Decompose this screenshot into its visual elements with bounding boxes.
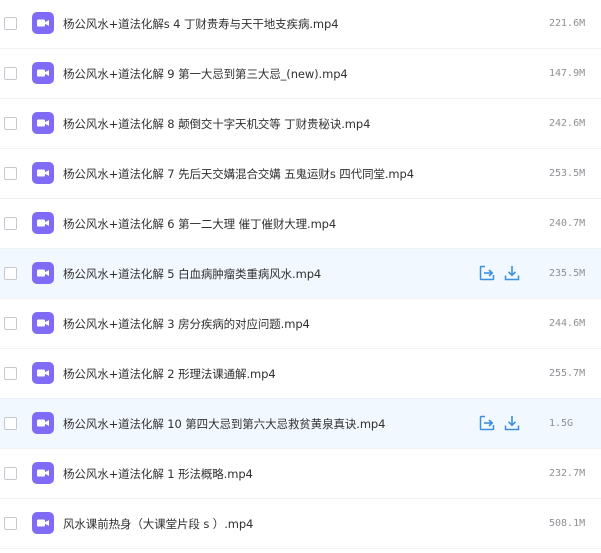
file-row[interactable]: 杨公风水+道法化解 7 先后天交媾混合交媾 五鬼运财s 四代同堂.mp4 253.… [0, 149, 601, 199]
video-file-icon [32, 112, 54, 134]
file-size: 508.1M [549, 518, 586, 529]
file-row[interactable]: 杨公风水+道法化解 3 房分疾病的对应问题.mp4 244.6M [0, 299, 601, 349]
file-list: 杨公风水+道法化解s 4 丁财贵寿与天干地支疾病.mp4 221.6M 杨公风水+道… [0, 0, 601, 553]
share-icon[interactable] [478, 264, 496, 282]
file-row[interactable]: 风水课前热身（大课堂片段 s ）.mp4 508.1M [0, 499, 601, 549]
file-name[interactable]: 杨公风水+道法化解 9 第一大忌到第三大忌_(new).mp4 [63, 49, 348, 99]
file-size: 242.6M [549, 118, 586, 129]
video-file-icon [32, 312, 54, 334]
file-row[interactable]: 杨公风水+道法化解 8 颠倒交十字天机交等 丁财贵秘诀.mp4 242.6M [0, 99, 601, 149]
row-checkbox[interactable] [4, 267, 17, 280]
video-file-icon [32, 62, 54, 84]
row-checkbox[interactable] [4, 367, 17, 380]
file-row[interactable]: 杨公风水+道法化解 5 白血病肿瘤类重病风水.mp4 235.5M [0, 249, 601, 299]
file-row[interactable]: 杨公风水+道法化解s 4 丁财贵寿与天干地支疾病.mp4 221.6M [0, 0, 601, 49]
row-checkbox[interactable] [4, 167, 17, 180]
file-name[interactable]: 杨公风水+道法化解 1 形法概略.mp4 [63, 449, 253, 499]
video-file-icon [32, 212, 54, 234]
file-size: 1.5G [549, 418, 574, 429]
file-size: 240.7M [549, 218, 586, 229]
file-name[interactable]: 杨公风水+道法化解 6 第一二大理 催丁催财大理.mp4 [63, 199, 336, 249]
video-file-icon [32, 462, 54, 484]
share-icon[interactable] [478, 414, 496, 432]
file-name[interactable]: 杨公风水+道法化解 10 第四大忌到第六大忌救贫黄泉真诀.mp4 [63, 399, 385, 449]
video-file-icon [32, 12, 54, 34]
row-checkbox[interactable] [4, 417, 17, 430]
file-name[interactable]: 风水课前热身（大课堂片段 s ）.mp4 [63, 499, 253, 549]
video-file-icon [32, 262, 54, 284]
file-size: 244.6M [549, 318, 586, 329]
file-name[interactable]: 杨公风水+道法化解 5 白血病肿瘤类重病风水.mp4 [63, 249, 321, 299]
file-size: 232.7M [549, 468, 586, 479]
video-file-icon [32, 162, 54, 184]
video-file-icon [32, 512, 54, 534]
file-name[interactable]: 杨公风水+道法化解 3 房分疾病的对应问题.mp4 [63, 299, 310, 349]
file-size: 255.7M [549, 368, 586, 379]
video-file-icon [32, 362, 54, 384]
row-checkbox[interactable] [4, 317, 17, 330]
row-checkbox[interactable] [4, 117, 17, 130]
file-size: 253.5M [549, 168, 586, 179]
download-icon[interactable] [503, 414, 521, 432]
file-size: 235.5M [549, 268, 586, 279]
row-checkbox[interactable] [4, 467, 17, 480]
file-name[interactable]: 杨公风水+道法化解 8 颠倒交十字天机交等 丁财贵秘诀.mp4 [63, 99, 370, 149]
row-checkbox[interactable] [4, 217, 17, 230]
row-checkbox[interactable] [4, 517, 17, 530]
video-file-icon [32, 412, 54, 434]
file-size: 147.9M [549, 68, 586, 79]
file-name[interactable]: 杨公风水+道法化解 2 形理法课通解.mp4 [63, 349, 276, 399]
file-size: 221.6M [549, 18, 586, 29]
download-icon[interactable] [503, 264, 521, 282]
file-name[interactable]: 杨公风水+道法化解s 4 丁财贵寿与天干地支疾病.mp4 [63, 0, 339, 49]
file-row[interactable]: 杨公风水+道法化解 6 第一二大理 催丁催财大理.mp4 240.7M [0, 199, 601, 249]
file-name[interactable]: 杨公风水+道法化解 7 先后天交媾混合交媾 五鬼运财s 四代同堂.mp4 [63, 149, 414, 199]
row-checkbox[interactable] [4, 17, 17, 30]
row-checkbox[interactable] [4, 67, 17, 80]
file-row[interactable]: 杨公风水+道法化解 9 第一大忌到第三大忌_(new).mp4 147.9M [0, 49, 601, 99]
file-row[interactable]: 杨公风水+道法化解 10 第四大忌到第六大忌救贫黄泉真诀.mp4 1.5G [0, 399, 601, 449]
file-row[interactable]: 杨公风水+道法化解 2 形理法课通解.mp4 255.7M [0, 349, 601, 399]
file-row[interactable]: 杨公风水+道法化解 1 形法概略.mp4 232.7M [0, 449, 601, 499]
